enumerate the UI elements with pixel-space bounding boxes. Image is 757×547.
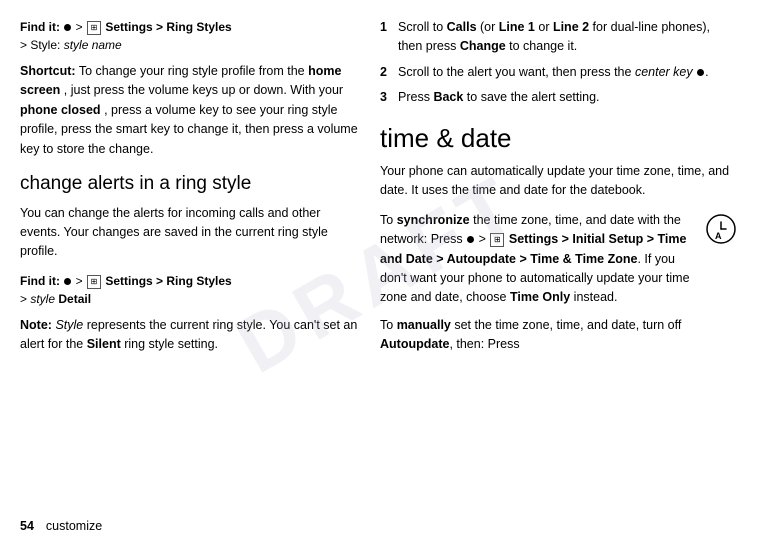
style-prefix-2: > <box>20 292 30 306</box>
shortcut-para: Shortcut: To change your ring style prof… <box>20 62 360 159</box>
find-it-label: Find it: <box>20 20 60 34</box>
settings-text-1: Settings > Ring Styles <box>105 20 231 34</box>
step-1-content: Scroll to Calls (or Line 1 or Line 2 for… <box>398 18 737 57</box>
menu-icon-2: ⊞ <box>87 275 101 289</box>
note-para: Note: Style represents the current ring … <box>20 316 360 355</box>
style-prefix: > Style: <box>20 38 64 52</box>
page-footer: 54 customize <box>20 519 102 533</box>
step-3: 3 Press Back to save the alert setting. <box>380 88 737 107</box>
menu-icon-3: ⊞ <box>490 233 504 247</box>
step-1-num: 1 <box>380 18 392 57</box>
phone-closed-text: phone closed <box>20 103 101 117</box>
settings-text-2: Settings > Ring Styles <box>105 274 231 288</box>
left-column: Find it: > ⊞ Settings > Ring Styles > St… <box>20 18 360 529</box>
find-it-dot: > <box>63 20 86 34</box>
right-column: 1 Scroll to Calls (or Line 1 or Line 2 f… <box>380 18 737 529</box>
shortcut-label: Shortcut: <box>20 64 76 78</box>
note-style-italic: Style <box>55 318 83 332</box>
sync-network-icon: A <box>705 213 737 245</box>
change-alerts-body: You can change the alerts for incoming c… <box>20 204 360 262</box>
find-it-2: Find it: > ⊞ Settings > Ring Styles > st… <box>20 272 360 308</box>
find-it-dot-2: > <box>63 274 86 288</box>
step-2-content: Scroll to the alert you want, then press… <box>398 63 709 82</box>
step-1: 1 Scroll to Calls (or Line 1 or Line 2 f… <box>380 18 737 57</box>
sync-section: To synchronize the time zone, time, and … <box>380 211 737 308</box>
page-container: DRAFT Find it: > ⊞ Settings > Ring Style… <box>0 0 757 547</box>
time-date-body: Your phone can automatically update your… <box>380 162 737 201</box>
page-number: 54 <box>20 519 34 533</box>
svg-text:A: A <box>715 231 722 241</box>
manual-para: To manually set the time zone, time, and… <box>380 316 737 355</box>
step-3-content: Press Back to save the alert setting. <box>398 88 600 107</box>
find-it-label-2: Find it: <box>20 274 60 288</box>
note-label: Note: <box>20 318 52 332</box>
note-text-3: ring style setting. <box>124 337 218 351</box>
shortcut-text-2: , just press the volume keys up or down.… <box>64 83 343 97</box>
time-date-heading: time & date <box>380 124 737 153</box>
steps-list: 1 Scroll to Calls (or Line 1 or Line 2 f… <box>380 18 737 108</box>
shortcut-text-1: To change your ring style profile from t… <box>79 64 308 78</box>
step-3-num: 3 <box>380 88 392 107</box>
sync-text: To synchronize the time zone, time, and … <box>380 211 699 308</box>
step-2-num: 2 <box>380 63 392 82</box>
style-name: style name <box>64 38 122 52</box>
change-alerts-heading: change alerts in a ring style <box>20 173 360 196</box>
style-italic-2: style <box>30 292 55 306</box>
note-silent: Silent <box>87 337 121 351</box>
find-it-1: Find it: > ⊞ Settings > Ring Styles > St… <box>20 18 360 54</box>
menu-icon-1: ⊞ <box>87 21 101 35</box>
page-label: customize <box>46 519 102 533</box>
step-2: 2 Scroll to the alert you want, then pre… <box>380 63 737 82</box>
detail-text: Detail <box>55 292 91 306</box>
